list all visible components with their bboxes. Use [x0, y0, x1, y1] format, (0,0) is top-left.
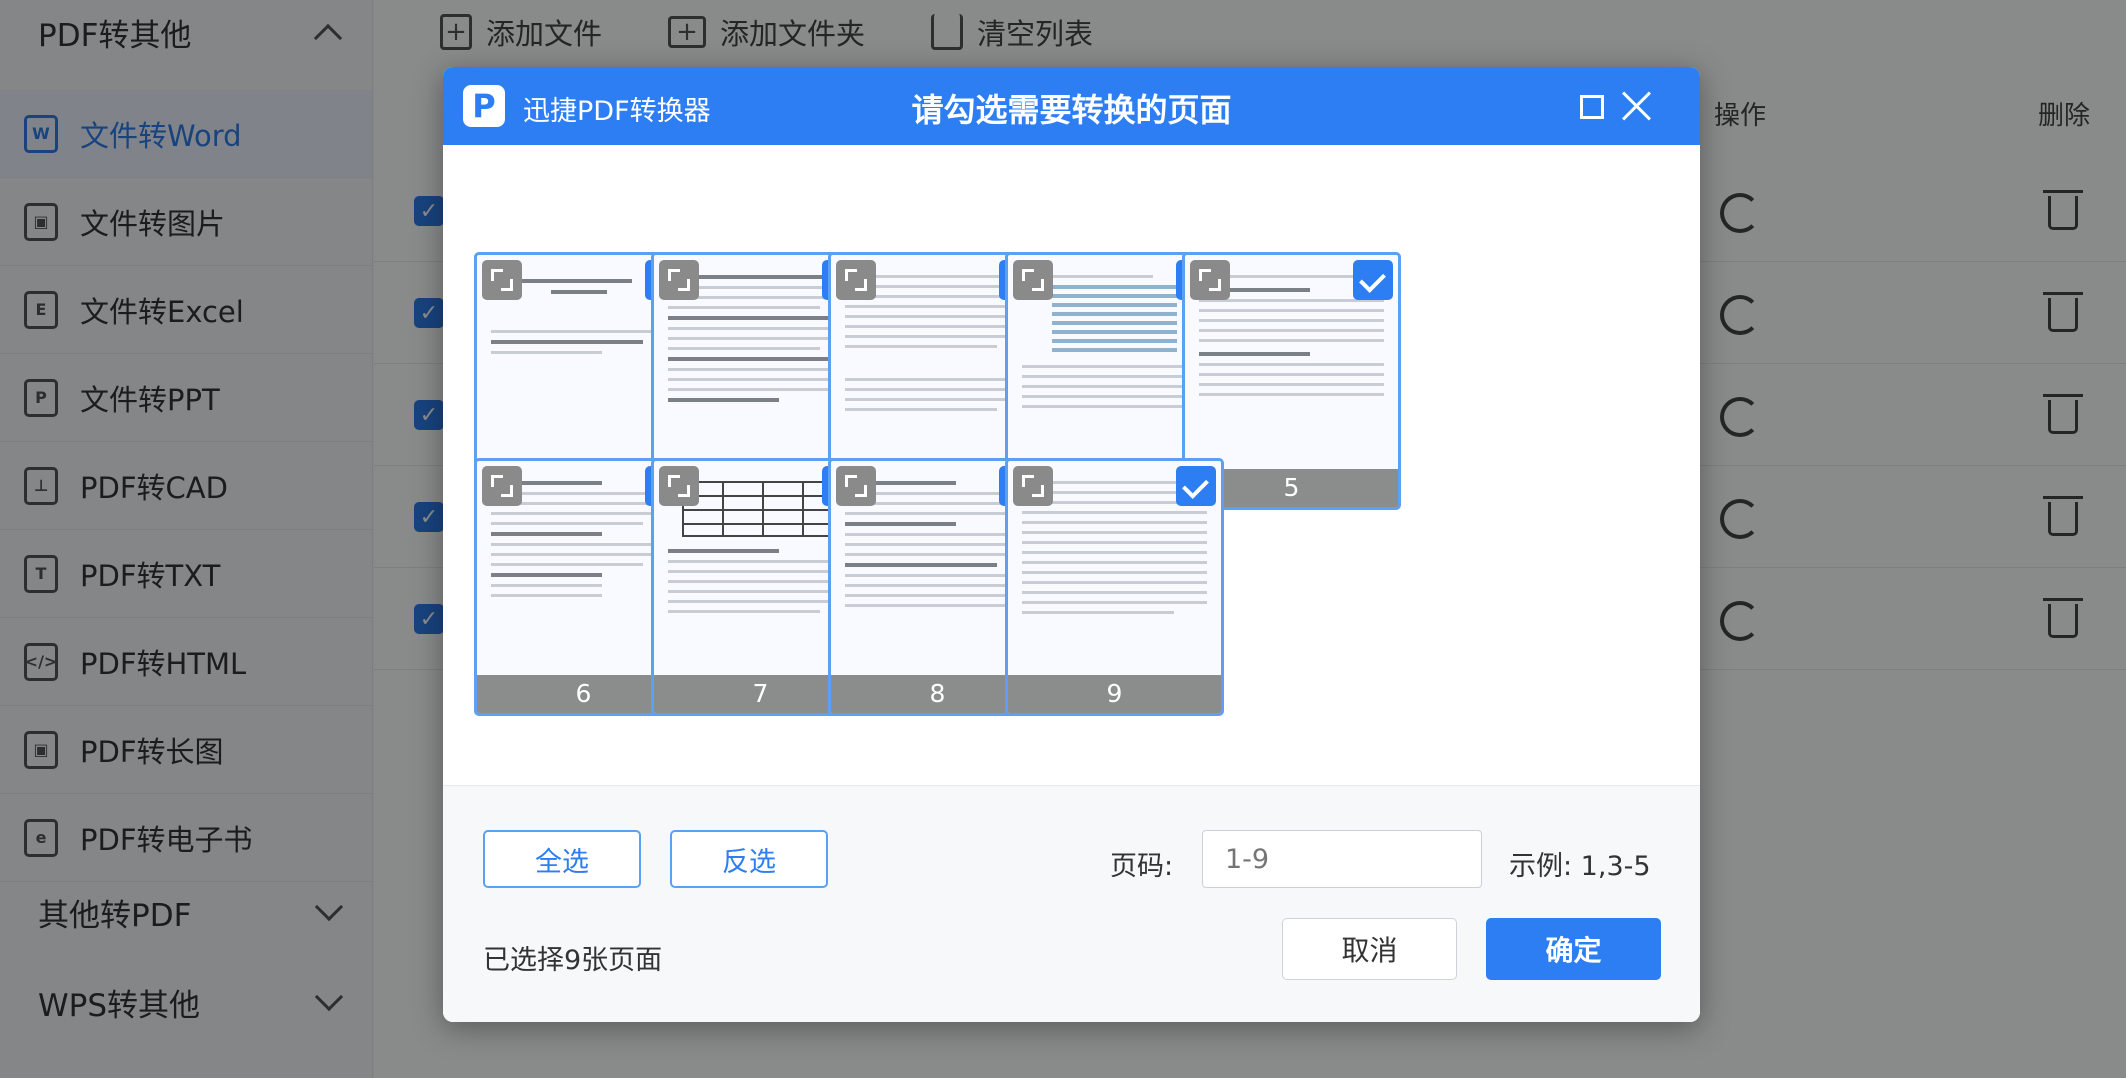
page-range-example: 示例: 1,3-5: [1509, 851, 1651, 882]
cancel-button[interactable]: 取消: [1282, 918, 1457, 980]
expand-icon[interactable]: [1013, 466, 1053, 506]
page-preview: [668, 481, 853, 673]
page-thumbnail-grid: 1 2 3: [443, 145, 1700, 785]
page-preview: [491, 481, 676, 673]
page-preview: [1022, 275, 1207, 467]
invert-selection-button[interactable]: 反选: [670, 830, 828, 888]
confirm-button[interactable]: 确定: [1486, 918, 1661, 980]
page-preview: [845, 275, 1030, 467]
page-range-label: 页码:: [1110, 851, 1174, 882]
close-icon[interactable]: [1620, 89, 1654, 123]
dialog-footer: 全选 反选 页码: 示例: 1,3-5 已选择9张页面 取消 确定: [443, 785, 1700, 1022]
page-checkbox[interactable]: [1353, 260, 1393, 300]
page-preview: [1022, 481, 1207, 673]
page-preview: [1199, 275, 1384, 467]
expand-icon[interactable]: [836, 260, 876, 300]
expand-icon[interactable]: [659, 466, 699, 506]
page-number: 9: [1008, 675, 1221, 713]
expand-icon[interactable]: [1190, 260, 1230, 300]
select-all-button[interactable]: 全选: [483, 830, 641, 888]
page-preview: [491, 275, 676, 467]
expand-icon[interactable]: [482, 260, 522, 300]
expand-icon[interactable]: [1013, 260, 1053, 300]
selected-count-text: 已选择9张页面: [483, 945, 663, 976]
page-checkbox[interactable]: [1176, 466, 1216, 506]
page-preview: [845, 481, 1030, 673]
dialog-header: P 迅捷PDF转换器 请勾选需要转换的页面: [443, 67, 1700, 145]
expand-icon[interactable]: [836, 466, 876, 506]
expand-icon[interactable]: [482, 466, 522, 506]
page-thumbnail[interactable]: 9: [1005, 458, 1224, 716]
page-select-dialog: P 迅捷PDF转换器 请勾选需要转换的页面 1: [443, 67, 1700, 1022]
maximize-icon[interactable]: [1580, 95, 1604, 119]
page-preview: [668, 275, 853, 467]
expand-icon[interactable]: [659, 260, 699, 300]
dialog-title: 请勾选需要转换的页面: [911, 91, 1232, 129]
page-range-input[interactable]: [1202, 830, 1482, 888]
